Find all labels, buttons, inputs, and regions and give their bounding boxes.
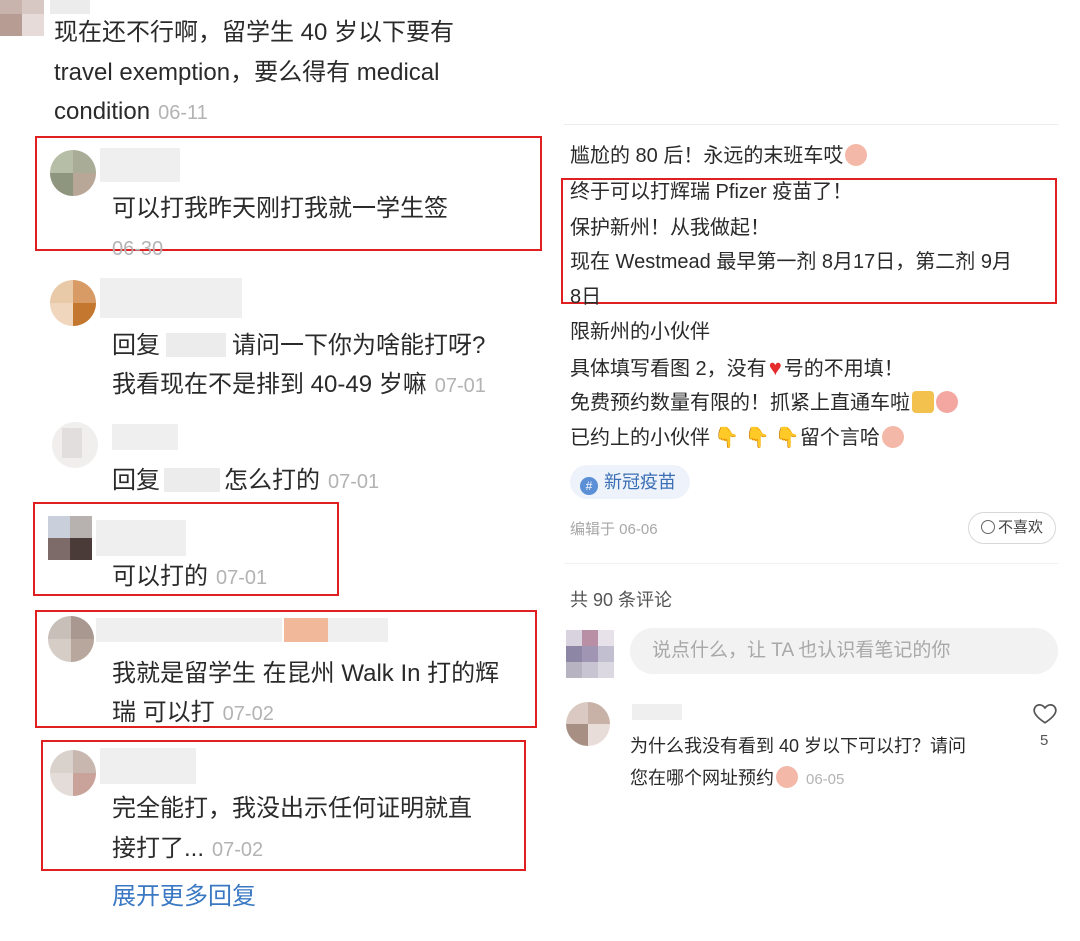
divider xyxy=(564,563,1058,564)
username-blur xyxy=(100,278,242,318)
username-blur xyxy=(100,148,180,182)
username-blur xyxy=(100,748,196,784)
post-text-line: 限新州的小伙伴 xyxy=(570,321,710,343)
sad-face-icon xyxy=(980,520,995,534)
comment-input[interactable]: 说点什么，让 TA 也认识看笔记的你 xyxy=(630,628,1058,674)
crying-face-icon xyxy=(776,766,798,788)
expand-more-replies-link[interactable]: 展开更多回复 xyxy=(112,878,256,916)
comment-date: 07-02 xyxy=(212,839,264,861)
mention-blur xyxy=(166,333,226,357)
reply-text: 可以打我昨天刚打我就一学生签 xyxy=(112,195,448,222)
username-blur xyxy=(50,0,90,14)
reply-text: 接打了... 07-02 xyxy=(112,835,264,862)
edited-date: 编辑于 06-06 xyxy=(570,521,658,538)
reply-text: 我看现在不是排到 40-49 岁嘛 07-01 xyxy=(112,371,486,398)
smirk-face-icon xyxy=(881,426,904,448)
like-heart-icon[interactable] xyxy=(1032,700,1058,726)
avatar[interactable] xyxy=(0,0,44,36)
post-text-line: 8日 xyxy=(570,286,602,308)
red-heart-icon: ♥ xyxy=(768,355,782,380)
reply-text: 瑞 可以打 07-02 xyxy=(112,699,274,726)
reply-text: 我就是留学生 在昆州 Walk In 打的辉 xyxy=(112,660,500,687)
avatar[interactable] xyxy=(566,630,614,678)
comment-text-line: 现在还不行啊，留学生 40 岁以下要有 xyxy=(54,19,455,46)
comment-date: 06-11 xyxy=(158,102,208,124)
bus-icon xyxy=(912,391,934,413)
post-text-line: 终于可以打辉瑞 Pfizer 疫苗了！ xyxy=(570,181,853,203)
comment-date: 06-30 xyxy=(112,238,164,260)
like-count: 5 xyxy=(1040,732,1049,749)
heart-eyes-face-icon xyxy=(936,391,958,413)
post-text-line: 现在 Westmead 最早第一剂 8月17日，第二剂 9月 xyxy=(570,251,1012,273)
username-blur xyxy=(284,618,328,642)
hashtag-icon: # xyxy=(580,477,598,495)
divider xyxy=(564,124,1058,125)
reply-text: 回复 怎么打的 07-01 xyxy=(112,467,380,494)
topic-tag[interactable]: # 新冠疫苗 xyxy=(570,465,690,499)
avatar[interactable] xyxy=(566,702,610,746)
avatar[interactable] xyxy=(52,422,98,468)
avatar[interactable] xyxy=(50,750,96,796)
comment-count: 共 90 条评论 xyxy=(570,590,673,610)
comment-text-line: condition 06-11 xyxy=(54,98,208,125)
username-blur xyxy=(328,618,388,642)
reply-text: 回复 请问一下你为啥能打呀? xyxy=(112,332,486,359)
avatar[interactable] xyxy=(50,150,96,196)
post-text-line: 免费预约数量有限的！抓紧上直通车啦 xyxy=(570,385,958,421)
dislike-button[interactable]: 不喜欢 xyxy=(968,512,1056,544)
comment-date: 07-01 xyxy=(434,375,486,397)
username-blur xyxy=(112,424,178,450)
comment-text-line: 您在哪个网址预约 06-05 xyxy=(630,766,845,788)
username-blur xyxy=(96,520,186,556)
post-text-line: 尴尬的 80 后！永远的末班车哎 xyxy=(570,138,868,174)
avatar[interactable] xyxy=(48,516,92,560)
username-blur xyxy=(632,704,682,720)
comment-date: 07-01 xyxy=(216,567,268,589)
comment-date: 06-05 xyxy=(806,771,845,788)
reply-text: 可以打的 07-01 xyxy=(112,563,268,590)
username-blur xyxy=(96,618,282,642)
mention-blur xyxy=(164,468,220,492)
comment-text-line: travel exemption，要么得有 medical xyxy=(54,59,440,86)
pointing-down-icon: 👇 👇 👇 xyxy=(714,427,800,449)
comment-date: 07-02 xyxy=(222,703,274,725)
post-text-line: 具体填写看图 2，没有♥ 号的不用填！ xyxy=(570,355,904,380)
comment-date: 07-01 xyxy=(328,471,380,493)
post-text-line: 已约上的小伙伴 👇 👇 👇留个言哈 xyxy=(570,420,904,456)
reply-text: 完全能打，我没出示任何证明就直 xyxy=(112,795,472,822)
crying-face-icon xyxy=(845,144,868,166)
comment-text-line: 为什么我没有看到 40 岁以下可以打？请问 xyxy=(630,736,967,756)
avatar[interactable] xyxy=(48,616,94,662)
avatar[interactable] xyxy=(50,280,96,326)
post-text-line: 保护新州！从我做起！ xyxy=(570,217,770,239)
